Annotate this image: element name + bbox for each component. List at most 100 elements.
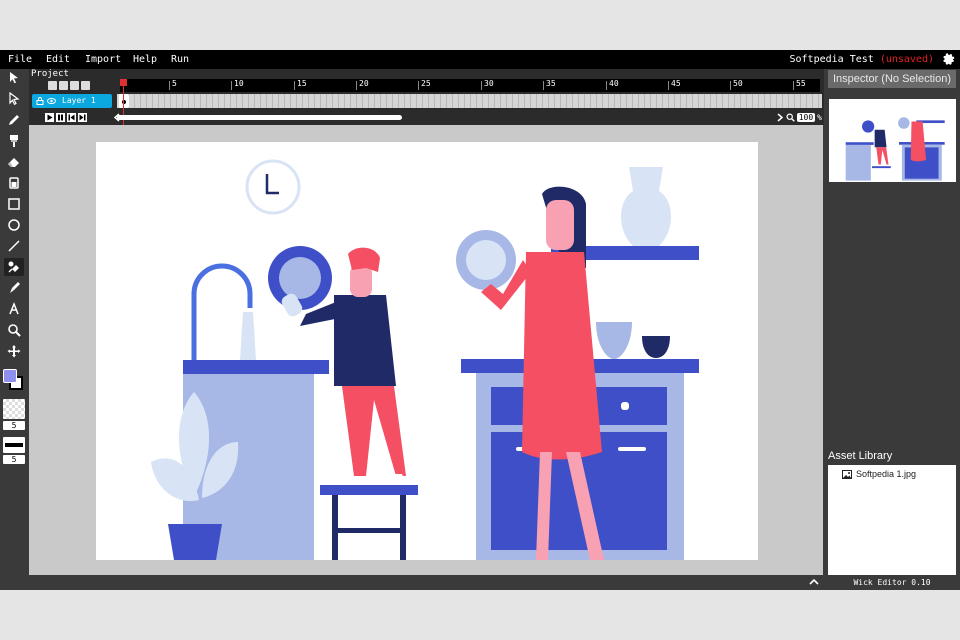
version-label: Wick Editor 0.10 bbox=[853, 578, 931, 587]
eyedropper-tool[interactable] bbox=[4, 258, 24, 276]
stool-icon bbox=[320, 485, 418, 560]
frame-ruler[interactable]: 5 10 15 20 25 30 35 40 45 50 55 bbox=[120, 79, 820, 92]
cursor-tool[interactable] bbox=[4, 69, 24, 87]
timeline-label: Project bbox=[31, 69, 69, 79]
brush-icon bbox=[10, 135, 18, 147]
menu-edit[interactable]: Edit bbox=[46, 54, 70, 65]
pencil-tool[interactable] bbox=[4, 111, 24, 129]
brush-preview bbox=[3, 399, 25, 419]
zoom-tool[interactable] bbox=[4, 321, 24, 339]
vase-icon bbox=[621, 167, 671, 246]
line-icon bbox=[8, 240, 20, 252]
tool-bar: 5 5 bbox=[0, 69, 29, 590]
ruler-tick: 15 bbox=[294, 79, 307, 90]
timeline-zoom-button[interactable] bbox=[81, 81, 90, 90]
magnifier-icon bbox=[786, 113, 795, 122]
color-swatches bbox=[3, 369, 25, 391]
scroll-right-icon[interactable] bbox=[776, 113, 784, 122]
text-tool[interactable] bbox=[4, 300, 24, 318]
image-file-icon bbox=[842, 469, 852, 479]
step-forward-icon[interactable] bbox=[78, 113, 87, 122]
ruler-tick: 30 bbox=[481, 79, 494, 90]
ellipse-icon bbox=[8, 219, 20, 231]
pen-icon bbox=[10, 282, 20, 293]
timeline-panel: Project 5 10 15 20 25 30 35 40 45 50 55 … bbox=[29, 69, 824, 125]
asset-item[interactable]: Softpedia 1.jpg bbox=[842, 469, 916, 479]
brush-tool[interactable] bbox=[4, 132, 24, 150]
pointer-icon bbox=[9, 92, 20, 106]
eraser-tool[interactable] bbox=[4, 153, 24, 171]
ruler-tick: 25 bbox=[418, 79, 431, 90]
ruler-tick: 20 bbox=[356, 79, 369, 90]
bowl-dark bbox=[642, 336, 670, 358]
pencil-icon bbox=[9, 115, 19, 125]
step-back-icon[interactable] bbox=[67, 113, 76, 122]
fill-color-swatch[interactable] bbox=[3, 369, 17, 383]
frame-track[interactable] bbox=[117, 94, 822, 108]
timeline-zoom: 100 % bbox=[776, 113, 822, 122]
delete-layer-button[interactable] bbox=[59, 81, 68, 90]
line-tool[interactable] bbox=[4, 237, 24, 255]
asset-library-list: Softpedia 1.jpg bbox=[828, 465, 956, 575]
brush-size-input[interactable]: 5 bbox=[3, 421, 25, 430]
pointer-tool[interactable] bbox=[4, 90, 24, 108]
pen-tool[interactable] bbox=[4, 279, 24, 297]
timeline-scrollbar[interactable] bbox=[117, 115, 402, 120]
sink-counter bbox=[183, 360, 329, 374]
menu-help[interactable]: Help bbox=[133, 54, 157, 65]
desktop-background bbox=[0, 590, 960, 640]
rectangle-tool[interactable] bbox=[4, 195, 24, 213]
ruler-tick: 10 bbox=[231, 79, 244, 90]
ruler-tick: 40 bbox=[606, 79, 619, 90]
onion-skin-button[interactable] bbox=[70, 81, 79, 90]
lock-icon[interactable] bbox=[36, 97, 44, 105]
layer-buttons bbox=[48, 81, 90, 90]
add-layer-button[interactable] bbox=[48, 81, 57, 90]
gear-icon[interactable] bbox=[941, 52, 955, 66]
zoom-unit: % bbox=[817, 113, 822, 122]
cursor-icon bbox=[10, 72, 18, 84]
canvas-area[interactable] bbox=[29, 125, 823, 575]
stage-preview-thumbnail bbox=[829, 99, 956, 182]
canvas-status-bar bbox=[29, 575, 823, 590]
clock-icon bbox=[245, 159, 301, 215]
zoom-icon bbox=[8, 324, 21, 337]
bowl-light bbox=[596, 322, 632, 359]
pause-icon[interactable] bbox=[56, 113, 65, 122]
playback-controls bbox=[45, 113, 87, 122]
unsaved-status: (unsaved) bbox=[879, 54, 934, 65]
asset-item-label: Softpedia 1.jpg bbox=[856, 469, 917, 479]
play-icon[interactable] bbox=[45, 113, 54, 122]
stroke-preview bbox=[3, 437, 25, 453]
eyedropper-icon bbox=[8, 261, 19, 273]
eraser-icon bbox=[8, 158, 19, 167]
ellipse-tool[interactable] bbox=[4, 216, 24, 234]
layer-row[interactable]: Layer 1 bbox=[32, 94, 112, 108]
editor-window: File Edit Import Help Run Softpedia Test… bbox=[0, 50, 960, 590]
pan-tool[interactable] bbox=[4, 342, 24, 360]
stroke-size-input[interactable]: 5 bbox=[3, 455, 25, 464]
ruler-tick: 50 bbox=[730, 79, 743, 90]
eye-icon[interactable] bbox=[47, 97, 56, 105]
text-icon bbox=[9, 302, 19, 315]
project-name: Softpedia Test bbox=[789, 54, 874, 65]
ruler-tick: 55 bbox=[793, 79, 806, 90]
menu-run[interactable]: Run bbox=[171, 54, 189, 65]
inspector-title: Inspector (No Selection) bbox=[828, 70, 956, 88]
chevron-up-icon[interactable] bbox=[809, 577, 819, 587]
zoom-value-input[interactable]: 100 bbox=[796, 113, 816, 122]
asset-library-title: Asset Library bbox=[828, 450, 893, 462]
menu-import[interactable]: Import bbox=[85, 54, 121, 65]
move-icon bbox=[7, 345, 21, 358]
rectangle-icon bbox=[8, 198, 20, 210]
kitchen-illustration[interactable] bbox=[96, 142, 758, 560]
ruler-tick: 5 bbox=[169, 79, 177, 90]
menu-bar: File Edit Import Help Run Softpedia Test… bbox=[0, 50, 960, 69]
project-title: Softpedia Test (unsaved) bbox=[789, 54, 934, 65]
layer-name: Layer 1 bbox=[62, 96, 96, 105]
menu-file[interactable]: File bbox=[8, 54, 32, 65]
ruler-tick: 35 bbox=[543, 79, 556, 90]
stage[interactable] bbox=[96, 142, 758, 560]
fill-tool[interactable] bbox=[4, 174, 24, 192]
ruler-tick: 45 bbox=[668, 79, 681, 90]
